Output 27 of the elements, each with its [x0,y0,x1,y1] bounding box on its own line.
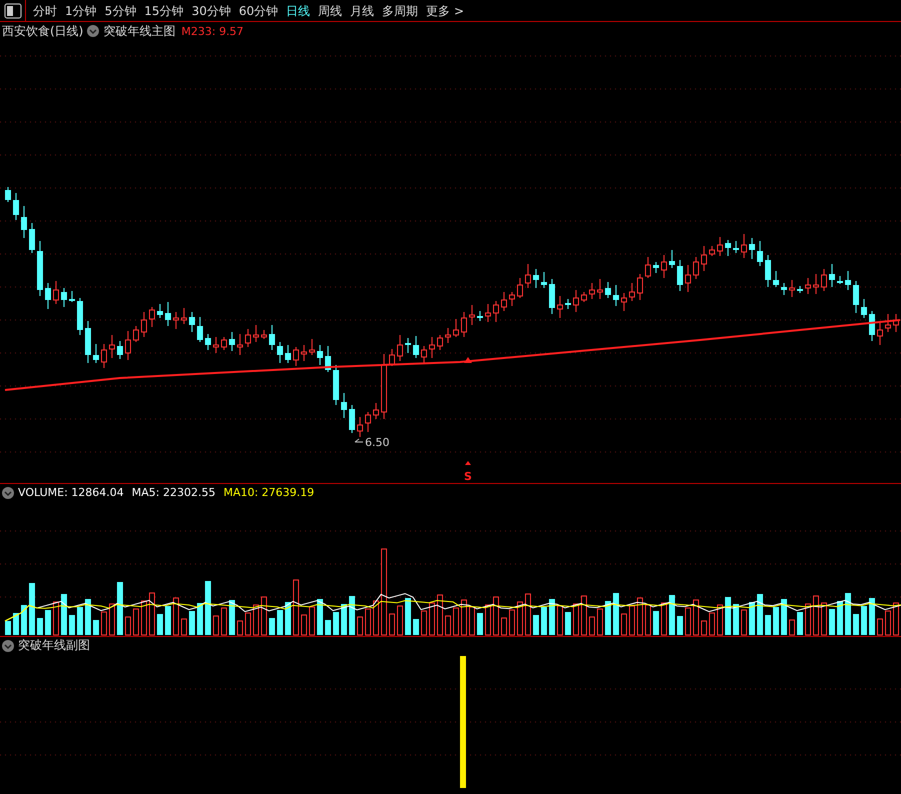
indicator-name[interactable]: 突破年线主图 [103,22,176,40]
low-price-label: 6.50 [365,436,390,449]
up-arrow-icon [464,357,472,363]
period-tab[interactable]: 日线 [282,0,314,20]
indicator-name[interactable]: 突破年线副图 [18,637,90,654]
period-tab[interactable]: 1分钟 [61,0,101,20]
period-tab[interactable]: 分时 [29,0,61,20]
arrow-icon [354,438,364,442]
period-tab[interactable]: 周线 [314,0,346,20]
signal-arrow-icon [465,461,471,465]
period-tab[interactable]: 月线 [346,0,378,20]
panel-toggle-icon[interactable] [4,2,22,18]
more-button[interactable]: 更多 > [422,0,468,20]
stock-title: 西安饮食(日线) [2,22,84,40]
indicator-reading: M233: 9.57 [181,24,244,38]
volume-reading: MA5: 22302.55 [132,486,216,499]
period-tab[interactable]: 30分钟 [188,0,235,20]
dropdown-icon[interactable] [87,25,100,37]
period-tab[interactable]: 60分钟 [234,0,282,20]
period-tab[interactable]: 多周期 [378,0,422,20]
dropdown-icon[interactable] [2,640,14,652]
period-tab[interactable]: 15分钟 [140,0,188,20]
dropdown-icon[interactable] [2,486,14,498]
signal-label: S [464,470,472,483]
volume-reading: MA10: 27639.19 [223,486,314,499]
volume-reading: VOLUME: 12864.04 [18,486,124,499]
period-tab[interactable]: 5分钟 [100,0,140,20]
